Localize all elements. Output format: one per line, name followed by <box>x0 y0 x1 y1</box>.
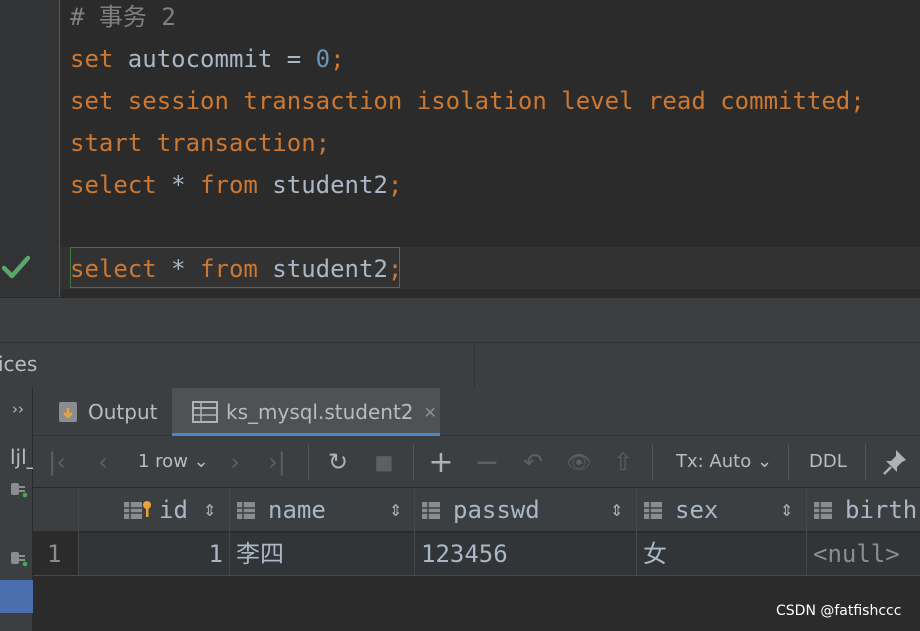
code-token: student2 <box>257 171 388 199</box>
editor-gutter <box>0 0 60 297</box>
chevron-down-icon: ⌄ <box>756 451 773 472</box>
column-header-label: sex <box>675 496 719 524</box>
column-icon <box>422 502 440 519</box>
code-token: from <box>200 171 258 199</box>
selected-tree-node[interactable] <box>0 580 33 613</box>
sort-icon[interactable]: ⇕ <box>389 488 402 532</box>
column-separator[interactable] <box>229 488 230 576</box>
services-panel-title: ices <box>0 352 38 376</box>
ddl-button[interactable]: DDL <box>809 446 847 478</box>
sort-icon[interactable]: ⇕ <box>610 488 623 532</box>
stop-icon[interactable]: ■ <box>369 446 399 478</box>
first-page-icon[interactable]: |‹ <box>42 446 72 478</box>
cell-sex[interactable]: 女 <box>643 533 803 575</box>
toolbar-separator <box>308 444 309 480</box>
database-node-icon[interactable] <box>8 549 28 567</box>
column-header-label: name <box>268 496 326 524</box>
row-count-selector[interactable]: 1 row ⌄ <box>138 446 209 478</box>
sort-icon[interactable]: ⇕ <box>203 488 216 532</box>
cell-birth[interactable]: <null> <box>813 533 920 575</box>
pin-icon[interactable] <box>882 448 908 476</box>
column-icon <box>814 502 832 519</box>
watermark: CSDN @fatfishccc <box>776 603 902 619</box>
code-token: # 事务 2 <box>70 3 176 31</box>
code-token: * <box>156 255 201 283</box>
code-line[interactable]: select * from student2; <box>70 248 402 290</box>
services-panel-header <box>0 342 920 390</box>
table-icon <box>192 401 218 423</box>
code-line[interactable]: select * from student2; <box>70 164 402 206</box>
toolbar-separator <box>652 444 653 480</box>
delete-row-icon[interactable]: − <box>472 445 502 480</box>
code-token: ; <box>330 45 345 73</box>
code-token: ; <box>387 255 403 283</box>
tab-ks-mysql-student2[interactable]: ks_mysql.student2 ✕ <box>172 388 440 436</box>
tx-mode-selector[interactable]: Tx: Auto ⌄ <box>676 446 772 478</box>
tx-mode-label: Tx: Auto <box>676 451 752 472</box>
sort-icon[interactable]: ⇕ <box>780 488 793 532</box>
tab-output-label: Output <box>88 400 158 424</box>
next-page-icon[interactable]: › <box>220 446 250 478</box>
column-header-label: birth <box>845 496 918 524</box>
header-divider <box>474 344 475 388</box>
code-token: set <box>70 45 114 73</box>
column-icon <box>237 502 255 519</box>
column-header-label: id <box>159 496 188 524</box>
code-token: autocommit = <box>113 45 316 73</box>
tab-table-label: ks_mysql.student2 <box>226 400 414 424</box>
add-row-icon[interactable]: + <box>426 445 456 480</box>
toolbar-separator <box>788 444 789 480</box>
output-icon <box>59 402 77 422</box>
close-tab-icon[interactable]: ✕ <box>424 403 437 422</box>
submit-icon[interactable]: ⇧ <box>608 446 638 478</box>
check-icon <box>2 255 30 279</box>
view-query-icon[interactable]: 👁 <box>564 446 594 478</box>
previous-page-icon[interactable]: ‹ <box>88 446 118 478</box>
column-separator[interactable] <box>806 488 807 576</box>
column-header-label: passwd <box>453 496 540 524</box>
code-token: from <box>200 255 258 283</box>
database-node-icon[interactable] <box>8 480 28 498</box>
cell-name[interactable]: 李四 <box>236 533 406 575</box>
column-header-id[interactable]: id <box>123 488 188 532</box>
code-line[interactable]: set autocommit = 0; <box>70 38 345 80</box>
code-token: select <box>70 255 157 283</box>
revert-icon[interactable]: ↶ <box>518 446 548 478</box>
cell-passwd[interactable]: 123456 <box>421 533 631 575</box>
results-tab-bar <box>33 388 920 436</box>
column-header-sex[interactable]: sex <box>643 488 718 532</box>
editor-panel-splitter[interactable] <box>0 297 920 343</box>
row-count-label: 1 row <box>138 451 188 472</box>
code-token: start transaction; <box>70 129 331 157</box>
column-header-name[interactable]: name <box>236 488 326 532</box>
tab-output[interactable]: Output <box>56 388 157 436</box>
column-icon <box>644 502 662 519</box>
column-header-birth[interactable]: birth <box>813 488 917 532</box>
column-separator[interactable] <box>414 488 415 576</box>
column-header-passwd[interactable]: passwd <box>421 488 540 532</box>
toolbar-separator <box>413 444 414 480</box>
cell-id[interactable]: 1 <box>78 533 223 575</box>
expand-chevrons-icon[interactable]: ›› <box>12 400 24 418</box>
code-line[interactable]: set session transaction isolation level … <box>70 80 865 122</box>
primary-key-column-icon <box>124 501 151 519</box>
chevron-down-icon: ⌄ <box>193 451 209 472</box>
code-line[interactable]: start transaction; <box>70 122 330 164</box>
code-token: select <box>70 171 157 199</box>
column-separator[interactable] <box>636 488 637 576</box>
row-number[interactable]: 1 <box>47 533 61 575</box>
code-token: set session transaction isolation level … <box>70 87 865 115</box>
code-token: student2 <box>257 255 388 283</box>
last-page-icon[interactable]: ›| <box>262 446 292 478</box>
row-divider <box>33 575 920 576</box>
toolbar-separator <box>865 444 866 480</box>
refresh-icon[interactable]: ↻ <box>323 446 353 478</box>
code-token: * <box>156 171 201 199</box>
code-line[interactable]: # 事务 2 <box>70 0 176 38</box>
code-token: ; <box>387 171 403 199</box>
code-token: 0 <box>315 45 331 73</box>
